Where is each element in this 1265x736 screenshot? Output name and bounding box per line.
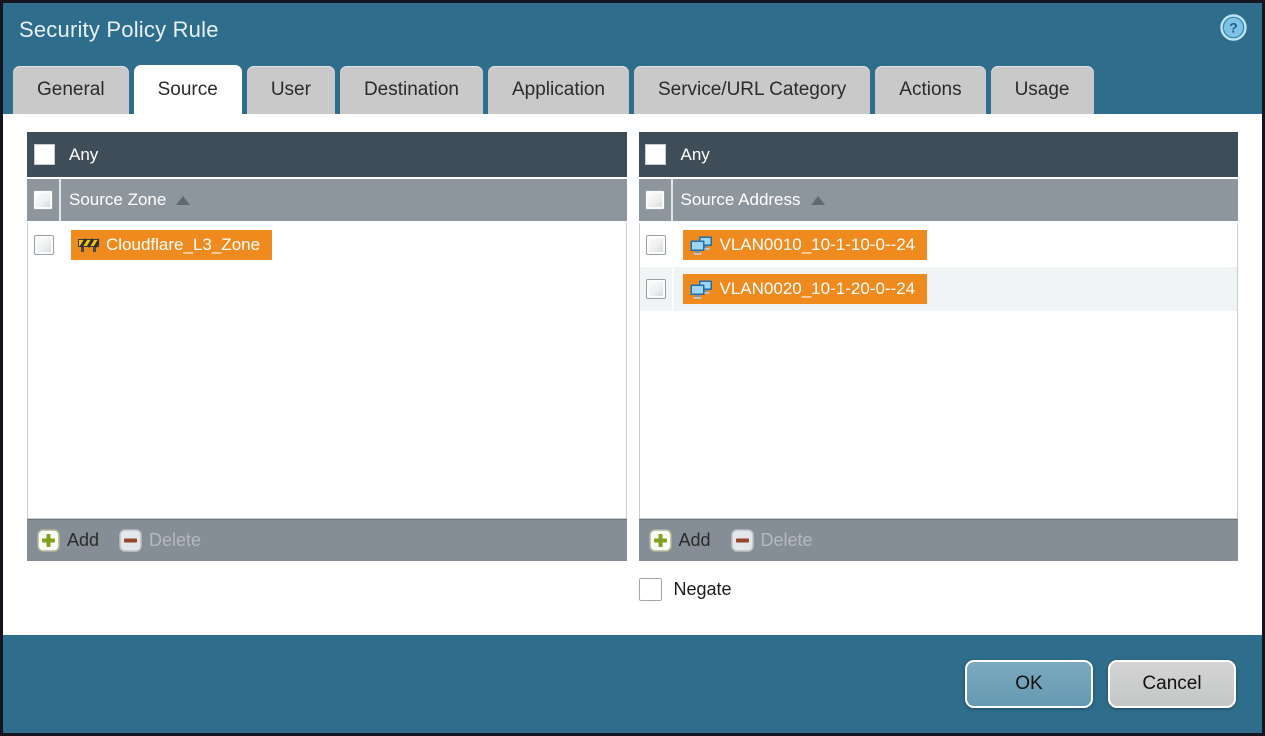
negate-checkbox[interactable] bbox=[638, 578, 662, 601]
table-row[interactable]: Cloudflare_L3_Zone bbox=[28, 223, 626, 267]
address-tag[interactable]: VLAN0020_10-1-20-0--24 bbox=[682, 274, 928, 304]
tab-user[interactable]: User bbox=[246, 66, 335, 114]
tab-application[interactable]: Application bbox=[488, 66, 629, 114]
address-icon bbox=[690, 236, 712, 255]
row-label: VLAN0010_10-1-10-0--24 bbox=[719, 235, 916, 254]
dialog-footer: OK Cancel bbox=[3, 635, 1262, 733]
source-tab-content: Any Source Zone Cloudflare_L3_Zone Add D… bbox=[3, 114, 1262, 635]
source-address-footer: Add Delete bbox=[638, 519, 1238, 561]
zone-icon bbox=[78, 238, 99, 252]
table-row[interactable]: VLAN0010_10-1-10-0--24 bbox=[640, 223, 1238, 267]
source-zone-footer: Add Delete bbox=[27, 519, 627, 561]
source-zone-column-header[interactable]: Source Zone bbox=[27, 179, 627, 223]
row-label: Cloudflare_L3_Zone bbox=[106, 235, 261, 254]
row-checkbox[interactable] bbox=[645, 235, 666, 255]
add-plus-icon bbox=[37, 529, 60, 552]
row-label: VLAN0020_10-1-20-0--24 bbox=[719, 279, 916, 298]
source-address-list: VLAN0010_10-1-10-0--24 VLAN0020_10-1-20-… bbox=[638, 223, 1238, 519]
address-tag[interactable]: VLAN0010_10-1-10-0--24 bbox=[682, 230, 928, 260]
delete-button[interactable]: Delete bbox=[730, 529, 813, 552]
sort-ascending-icon bbox=[810, 195, 825, 205]
source-zone-select-all-checkbox[interactable] bbox=[33, 190, 53, 210]
negate-label: Negate bbox=[673, 579, 732, 599]
source-address-column-label: Source Address bbox=[680, 190, 801, 209]
source-address-select-all-checkbox[interactable] bbox=[644, 190, 665, 210]
source-zone-any-label: Any bbox=[69, 144, 99, 164]
table-row[interactable]: VLAN0020_10-1-20-0--24 bbox=[639, 267, 1237, 311]
source-zone-any-bar: Any bbox=[27, 132, 627, 179]
row-checkbox[interactable] bbox=[34, 235, 54, 255]
source-address-column-header[interactable]: Source Address bbox=[638, 179, 1238, 223]
add-button[interactable]: Add bbox=[37, 529, 99, 552]
zone-tag[interactable]: Cloudflare_L3_Zone bbox=[71, 230, 273, 260]
source-zone-panel: Any Source Zone Cloudflare_L3_Zone Add D… bbox=[27, 132, 627, 561]
row-checkbox[interactable] bbox=[645, 279, 666, 299]
help-icon[interactable]: ? bbox=[1220, 13, 1247, 41]
tab-service-url-category[interactable]: Service/URL Category bbox=[633, 66, 871, 114]
source-address-any-checkbox[interactable] bbox=[645, 144, 666, 165]
delete-minus-icon bbox=[730, 529, 754, 552]
dialog-tabs: General Source User Destination Applicat… bbox=[3, 65, 1262, 114]
tab-actions[interactable]: Actions bbox=[875, 66, 986, 114]
dialog-title: Security Policy Rule bbox=[19, 17, 219, 42]
source-address-any-label: Any bbox=[680, 144, 710, 164]
tab-usage[interactable]: Usage bbox=[990, 66, 1094, 114]
add-plus-icon bbox=[648, 529, 672, 552]
source-zone-any-checkbox[interactable] bbox=[33, 144, 55, 165]
sort-ascending-icon bbox=[176, 195, 191, 205]
source-zone-list: Cloudflare_L3_Zone bbox=[27, 223, 627, 519]
source-address-any-bar: Any bbox=[638, 132, 1238, 179]
security-policy-rule-dialog: Security Policy Rule ? General Source Us… bbox=[0, 0, 1265, 736]
svg-text:?: ? bbox=[1229, 19, 1238, 35]
source-zone-column-label: Source Zone bbox=[69, 190, 167, 209]
address-icon bbox=[690, 280, 712, 299]
cancel-button[interactable]: Cancel bbox=[1108, 660, 1236, 708]
tab-general[interactable]: General bbox=[13, 66, 129, 114]
source-address-panel: Any Source Address VLAN0010_10-1-10-0--2… bbox=[638, 132, 1238, 561]
dialog-title-bar: Security Policy Rule ? bbox=[3, 3, 1262, 65]
add-button[interactable]: Add bbox=[648, 529, 711, 552]
delete-minus-icon bbox=[119, 529, 142, 552]
tab-destination[interactable]: Destination bbox=[339, 66, 483, 114]
ok-button[interactable]: OK bbox=[965, 660, 1093, 708]
tab-source[interactable]: Source bbox=[133, 65, 242, 114]
delete-button[interactable]: Delete bbox=[119, 529, 201, 552]
